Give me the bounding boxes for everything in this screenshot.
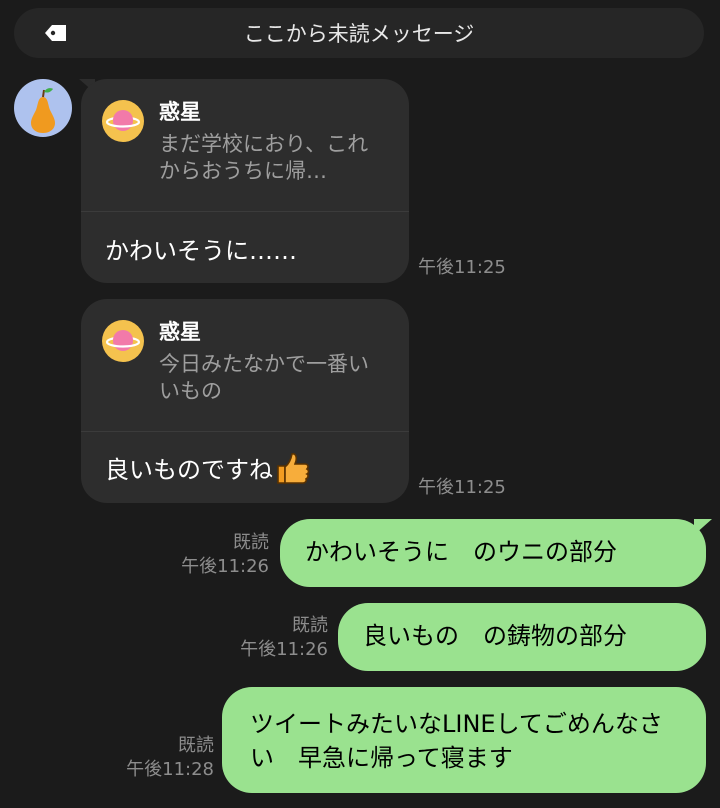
message-time: 午後11:25 (418, 257, 506, 278)
thumbs-up-icon (277, 452, 310, 484)
message-meta: 既読 午後11:26 (240, 614, 328, 662)
quote-sender-name: 惑星 (159, 320, 201, 344)
pear-icon (31, 88, 55, 133)
quoted-message[interactable]: 惑星 今日みたなかで一番いいもの (81, 299, 409, 432)
outgoing-message-text: 良いもの の鋳物の部分 (363, 622, 627, 650)
planet-icon (105, 330, 141, 351)
read-receipt: 既読 (233, 532, 269, 553)
message-time: 午後11:28 (126, 759, 214, 780)
outgoing-message[interactable]: 良いもの の鋳物の部分 (338, 603, 706, 671)
outgoing-message-text: ツイートみたいなLINEしてごめんなさい 早急に帰って寝ます (250, 710, 663, 772)
reply-text: かわいそうに…… (105, 231, 297, 266)
reply-text: 良いものですね (105, 450, 310, 485)
incoming-message[interactable]: 惑星 まだ学校におり、これからおうちに帰… かわいそうに…… (81, 79, 409, 283)
reply-text-content: かわいそうに…… (105, 237, 297, 265)
message-time: 午後11:25 (418, 477, 506, 498)
unread-banner-label: ここから未読メッセージ (243, 22, 475, 46)
quote-sender-name: 惑星 (159, 100, 201, 124)
outgoing-message[interactable]: かわいそうに のウニの部分 (280, 519, 706, 587)
quote-avatar (102, 320, 144, 362)
quoted-message[interactable]: 惑星 まだ学校におり、これからおうちに帰… (81, 79, 409, 212)
message-time: 午後11:26 (181, 556, 269, 577)
message-meta: 既読 午後11:26 (181, 531, 269, 579)
message-meta: 既読 午後11:28 (126, 734, 214, 782)
incoming-message[interactable]: 惑星 今日みたなかで一番いいもの 良いものですね (81, 299, 409, 503)
read-receipt: 既読 (292, 615, 328, 636)
quote-avatar (102, 100, 144, 142)
message-time: 午後11:26 (240, 639, 328, 660)
chat-screen: ここから未読メッセージ 惑星 まだ学校におり、これからおうちに帰… かわいそうに… (0, 0, 720, 808)
planet-icon (105, 110, 141, 131)
tag-icon (45, 25, 66, 41)
unread-messages-banner: ここから未読メッセージ (14, 8, 704, 58)
outgoing-message[interactable]: ツイートみたいなLINEしてごめんなさい 早急に帰って寝ます (222, 687, 706, 793)
read-receipt: 既読 (178, 735, 214, 756)
sender-avatar[interactable] (14, 79, 72, 137)
quote-text: まだ学校におり、これからおうちに帰… (159, 132, 369, 183)
outgoing-message-text: かわいそうに のウニの部分 (305, 538, 617, 566)
quote-text: 今日みたなかで一番いいもの (159, 352, 369, 403)
reply-text-content: 良いものですね (105, 456, 273, 484)
outgoing-bubble-tail (694, 519, 712, 535)
